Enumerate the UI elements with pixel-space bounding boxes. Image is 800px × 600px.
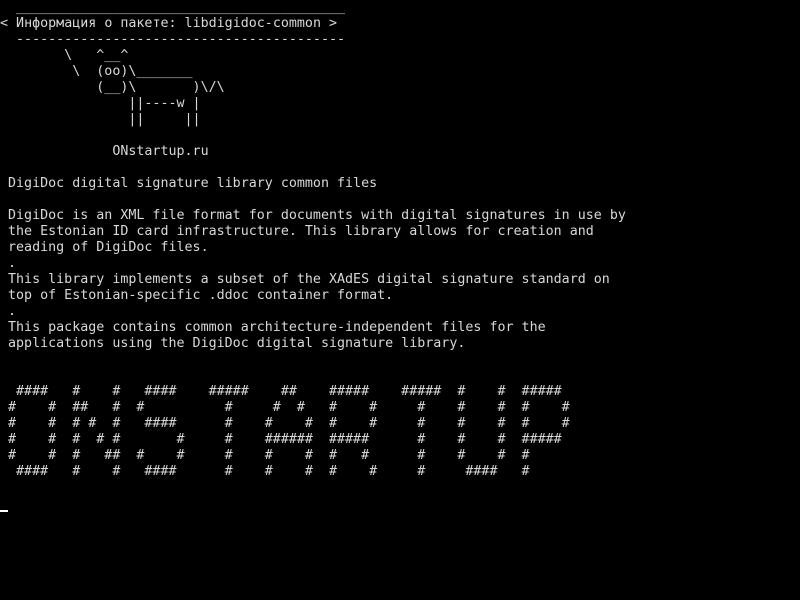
cow-art-line: ||----w | bbox=[8, 96, 201, 111]
cowsay-border-top: ________________________________________… bbox=[8, 0, 346, 15]
description-line: reading of DigiDoc files. bbox=[8, 240, 209, 255]
description-line: applications using the DigiDoc digital s… bbox=[8, 336, 466, 351]
banner-line: #### # # #### ##### ## ##### ##### # # #… bbox=[8, 384, 562, 399]
banner-line: # # # ## # # # # # # # # # # # bbox=[8, 448, 530, 463]
description-line: top of Estonian-specific .ddoc container… bbox=[8, 288, 394, 303]
banner-line: # # ## # # # # # # # # # # # # bbox=[8, 400, 570, 415]
text-cursor bbox=[0, 510, 8, 512]
terminal-screen[interactable]: ________________________________________… bbox=[0, 0, 800, 600]
cow-art-line: || || bbox=[8, 112, 201, 127]
cowsay-message: < Информация о пакете: libdigidoc-common… bbox=[0, 16, 338, 31]
description-line: DigiDoc is an XML file format for docume… bbox=[8, 208, 626, 223]
description-line: the Estonian ID card infrastructure. Thi… bbox=[8, 224, 594, 239]
description-line: This library implements a subset of the … bbox=[8, 272, 610, 287]
cowsay-border-bottom: ----------------------------------------… bbox=[8, 32, 346, 47]
description-line: This package contains common architectur… bbox=[8, 320, 546, 335]
cow-art-line: \ (oo)\_______ bbox=[8, 64, 193, 79]
banner-line: #### # # #### # # # # # # #### # bbox=[8, 464, 530, 479]
description-line: . bbox=[8, 256, 17, 271]
banner-line: # # # # # # # ###### ##### # # # ##### bbox=[8, 432, 562, 447]
package-summary: DigiDoc digital signature library common… bbox=[8, 176, 378, 191]
cow-art-line: \ ^__^ bbox=[8, 48, 129, 63]
cow-art-line: (__)\ )\/\ bbox=[8, 80, 225, 95]
description-line: . bbox=[8, 304, 17, 319]
banner-line: # # # # # #### # # # # # # # # # # bbox=[8, 416, 570, 431]
site-name: ONstartup.ru bbox=[8, 144, 209, 159]
